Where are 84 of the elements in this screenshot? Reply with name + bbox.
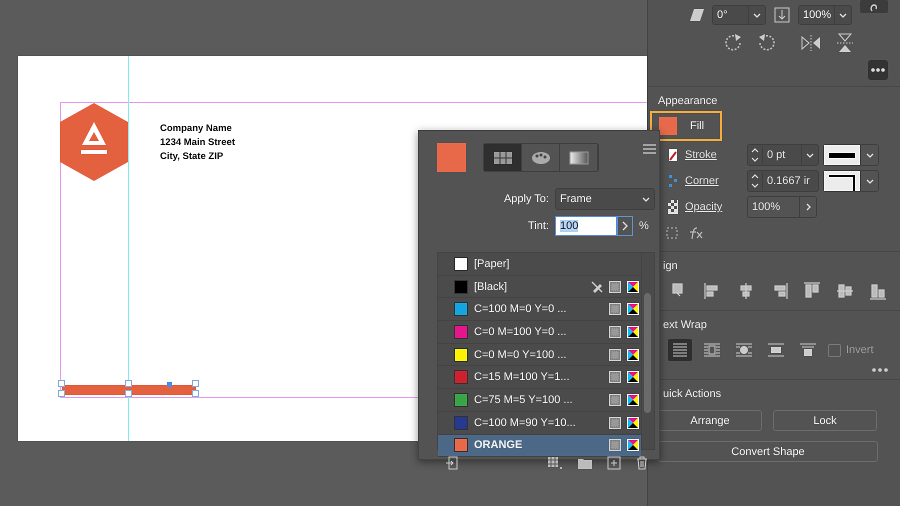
section-title: ext Wrap [663, 319, 708, 331]
stroke-type-dropdown[interactable] [823, 144, 879, 166]
corner-size-field[interactable]: 0.1667 ir [747, 170, 819, 192]
cmyk-icon [627, 326, 639, 338]
logo-icon [60, 103, 128, 181]
cmyk-icon [627, 348, 639, 361]
invert-checkbox[interactable] [828, 344, 841, 356]
chevron-down-icon[interactable] [753, 12, 761, 18]
unit-label: % [639, 220, 649, 232]
swatch-row[interactable]: C=0 M=0 Y=100 ... [438, 344, 641, 366]
opacity-icon [668, 200, 678, 214]
swatch-row[interactable]: C=0 M=100 Y=0 ... [438, 321, 641, 344]
scale-icon [774, 7, 790, 23]
fill-color-preview [437, 143, 466, 172]
align-icon[interactable] [802, 282, 822, 300]
quick-action-button[interactable]: Convert Shape [658, 441, 878, 462]
text-wrap-button[interactable] [668, 339, 692, 361]
stroke-link[interactable]: Stroke [685, 149, 747, 161]
tint-slider-button[interactable] [617, 216, 633, 236]
address-line: Company Name [160, 122, 233, 136]
selection-handle[interactable] [167, 382, 172, 387]
corner-shape-dropdown[interactable] [823, 170, 879, 192]
tint-field[interactable]: 100 [555, 216, 617, 236]
frame-icon[interactable] [666, 227, 678, 239]
align-icon[interactable] [835, 282, 855, 300]
field-label: Tint: [527, 220, 550, 232]
opacity-field[interactable]: 100% [747, 196, 817, 218]
chevron-down-icon[interactable] [806, 152, 814, 158]
align-icon[interactable] [868, 282, 888, 300]
text-wrap-icon [671, 342, 689, 358]
address-line: 1234 Main Street [160, 136, 235, 150]
scrollbar[interactable] [641, 253, 654, 449]
menu-icon[interactable] [643, 144, 656, 154]
swatch-row[interactable]: C=100 M=0 Y=0 ... [438, 298, 641, 322]
shear-icon [690, 9, 704, 21]
grid-icon [492, 150, 512, 164]
field-label: Apply To: [502, 193, 550, 205]
rotation-field[interactable]: 0° [712, 5, 766, 25]
corner-icon [668, 174, 678, 188]
flip-horizontal-icon[interactable] [800, 32, 822, 54]
palette-icon [530, 150, 550, 164]
apply-to-dropdown[interactable]: Frame [555, 188, 655, 210]
delete-icon[interactable] [635, 456, 649, 470]
selected-bar[interactable] [62, 385, 196, 395]
section-title: ign [663, 260, 679, 272]
chevron-down-icon[interactable] [642, 196, 650, 202]
quick-action-button[interactable]: Lock [773, 410, 877, 431]
section-title: Appearance [658, 95, 718, 107]
text-wrap-icon [799, 342, 817, 358]
stroke-icon [668, 148, 678, 162]
swatch-row[interactable]: C=75 M=5 Y=100 ... [438, 389, 641, 412]
more-options-icon[interactable] [872, 367, 888, 373]
more-options-icon[interactable] [868, 60, 888, 80]
scale-field[interactable]: 100% [798, 5, 852, 25]
checkbox-label: Invert [846, 344, 874, 356]
cmyk-icon [627, 439, 639, 452]
cmyk-icon [627, 394, 639, 406]
chevron-down-icon[interactable] [839, 12, 847, 18]
swatch-row[interactable]: C=15 M=100 Y=1... [438, 366, 641, 390]
cmyk-icon [627, 416, 639, 429]
swatch-row[interactable]: [Black] [438, 276, 641, 298]
fill-control[interactable]: Fill [650, 111, 722, 141]
section-title: uick Actions [663, 388, 722, 400]
swatch-row[interactable]: ORANGE [438, 434, 641, 458]
text-wrap-icon [735, 342, 753, 358]
text-wrap-icon [703, 342, 721, 358]
opacity-link[interactable]: Opacity [685, 201, 747, 213]
chevron-down-icon[interactable] [866, 152, 874, 158]
address-line: City, State ZIP [160, 150, 224, 164]
link-icon[interactable] [860, 0, 888, 13]
cmyk-icon [627, 371, 639, 384]
flip-vertical-icon[interactable] [834, 32, 856, 54]
cmyk-icon [627, 280, 639, 293]
cmyk-icon [627, 303, 639, 316]
stroke-weight-field[interactable]: 0 pt [747, 144, 819, 166]
swatch-views-icon[interactable] [547, 456, 563, 470]
corner-link[interactable]: Corner [685, 175, 747, 187]
chevron-down-icon[interactable] [866, 178, 874, 184]
chevron-right-icon[interactable] [806, 203, 810, 211]
text-wrap-icon [767, 342, 785, 358]
swatch-row[interactable]: [Paper] [438, 253, 641, 276]
new-swatch-icon[interactable] [607, 456, 621, 470]
gradient-icon [568, 150, 588, 164]
color-mode-tab[interactable] [484, 144, 522, 171]
